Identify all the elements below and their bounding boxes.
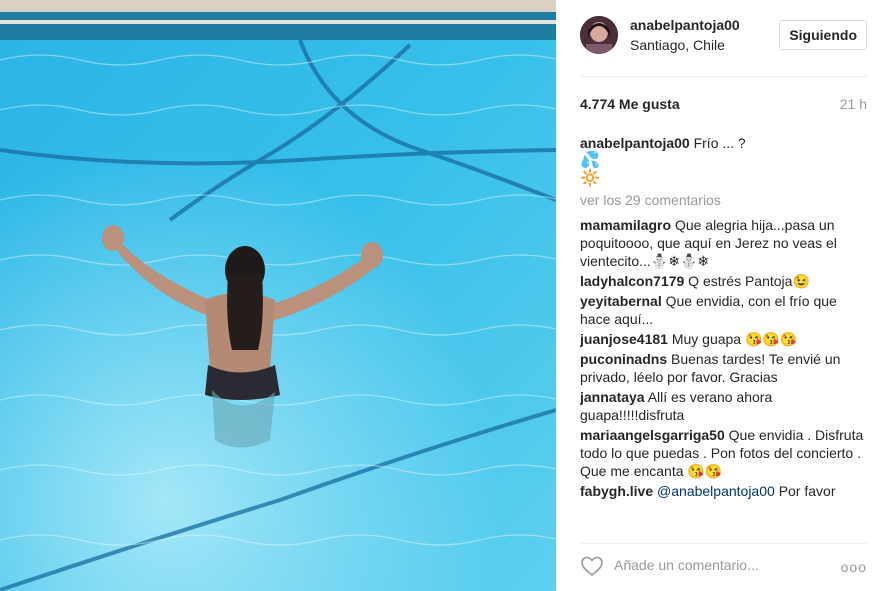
divider — [580, 543, 867, 544]
comment-text: Q estrés Pantoja😉 — [688, 273, 810, 289]
comment-mention[interactable]: @anabelpantoja00 — [657, 483, 775, 499]
comment-item: puconinadns Buenas tardes! Te envié un p… — [580, 350, 867, 386]
caption-username[interactable]: anabelpantoja00 — [580, 135, 690, 151]
avatar[interactable] — [580, 16, 618, 54]
more-options-icon[interactable]: ooo — [841, 559, 867, 575]
view-all-comments-link[interactable]: ver los 29 comentarios — [580, 192, 867, 208]
likes-row: 4.774 Me gusta 21 h — [580, 96, 867, 116]
caption-emoji-1: 💦 — [580, 152, 600, 169]
comment-item: jannataya Allí es verano ahora guapa!!!!… — [580, 388, 867, 424]
comment-username[interactable]: mariaangelsgarriga50 — [580, 427, 725, 443]
comment-item: yeyitabernal Que envidia, con el frío qu… — [580, 292, 867, 328]
comment-item: mariaangelsgarriga50 Que envidia . Disfr… — [580, 426, 867, 480]
caption-emoji-2: 🔆 — [580, 170, 600, 187]
likes-count[interactable]: 4.774 Me gusta — [580, 96, 680, 112]
post-photo[interactable] — [0, 0, 556, 591]
avatar-image-icon — [580, 16, 618, 54]
comment-username[interactable]: yeyitabernal — [580, 293, 662, 309]
caption: anabelpantoja00 Frío ... ? 💦 🔆 — [580, 134, 867, 188]
comment-item: ladyhalcon7179 Q estrés Pantoja😉 — [580, 272, 867, 290]
location-link[interactable]: Santiago, Chile — [630, 37, 725, 53]
post-details-panel: anabelpantoja00 Santiago, Chile Siguiend… — [556, 0, 889, 591]
post-time[interactable]: 21 h — [840, 96, 867, 112]
comment-item: fabygh.live @anabelpantoja00 Por favor — [580, 482, 867, 500]
comment-item: mamamilagro Que alegria hija...pasa un p… — [580, 216, 867, 270]
following-button[interactable]: Siguiendo — [779, 20, 867, 50]
username-link[interactable]: anabelpantoja00 — [630, 17, 740, 33]
add-comment-row: ooo — [580, 553, 867, 579]
comment-username[interactable]: ladyhalcon7179 — [580, 273, 684, 289]
comment-username[interactable]: mamamilagro — [580, 217, 671, 233]
heart-icon[interactable] — [580, 554, 604, 578]
comment-username[interactable]: fabygh.live — [580, 483, 653, 499]
comment-username[interactable]: puconinadns — [580, 351, 667, 367]
comment-text: Por favor — [778, 483, 836, 499]
post-header: anabelpantoja00 Santiago, Chile Siguiend… — [580, 0, 867, 77]
comments-list[interactable]: anabelpantoja00 Frío ... ? 💦 🔆 ver los 2… — [580, 134, 867, 531]
comment-text: Muy guapa 😘😘😘 — [671, 331, 798, 347]
comment-username[interactable]: juanjose4181 — [580, 331, 668, 347]
comment-username[interactable]: jannataya — [580, 389, 645, 405]
pool-image — [0, 0, 556, 591]
comment-input[interactable] — [614, 557, 834, 573]
caption-text: Frío ... ? — [693, 135, 746, 151]
comment-item: juanjose4181 Muy guapa 😘😘😘 — [580, 330, 867, 348]
